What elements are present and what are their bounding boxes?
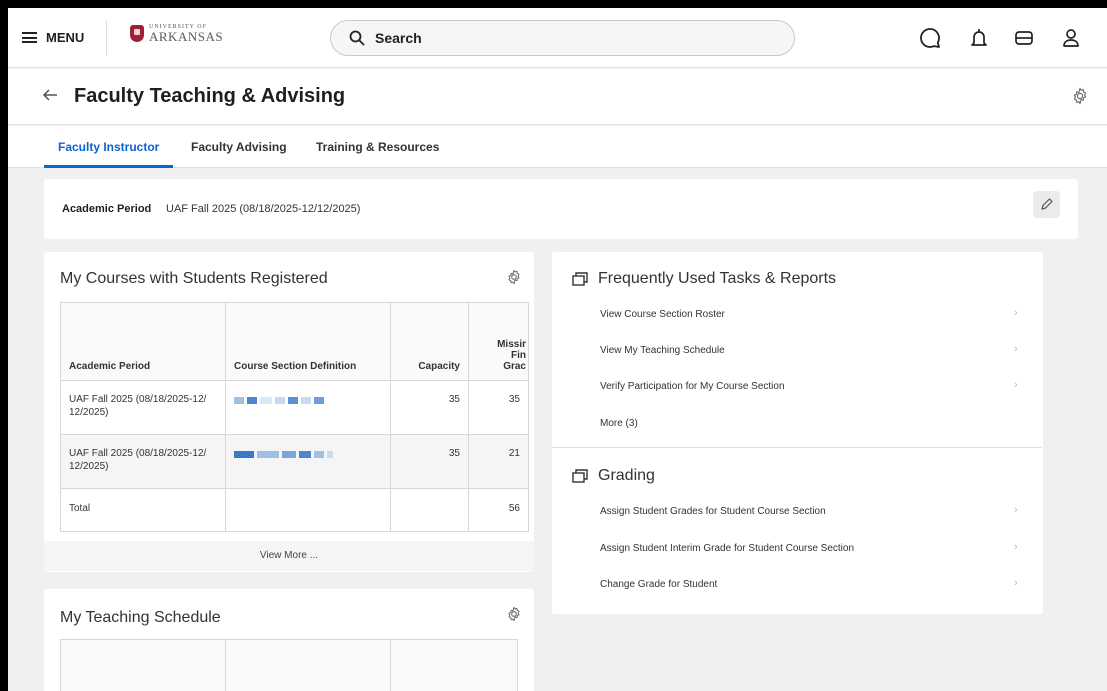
search-input[interactable]: Search	[375, 30, 422, 46]
column-header[interactable]: Academic Period	[60, 302, 226, 381]
task-link[interactable]: View Course Section Roster	[600, 309, 1028, 320]
total-label: Total	[60, 488, 226, 532]
task-link[interactable]: Change Grade for Student	[600, 579, 1028, 590]
back-arrow-icon[interactable]	[42, 87, 58, 103]
edit-button[interactable]	[1033, 191, 1060, 218]
tasks-card: Frequently Used Tasks & Reports View Cou…	[552, 252, 1043, 614]
period-value: UAF Fall 2025 (08/18/2025-12/12/2025)	[166, 203, 361, 215]
tab-training-resources[interactable]: Training & Resources	[316, 140, 439, 154]
search-icon	[349, 30, 365, 46]
schedule-table	[60, 639, 518, 691]
university-logo[interactable]: UNIVERSITY OF ARKANSAS	[130, 24, 223, 43]
tab-bar: Faculty Instructor Faculty Advising Trai…	[8, 126, 1107, 168]
menu-label: MENU	[46, 30, 85, 45]
table-header-row: Academic Period Course Section Definitio…	[60, 302, 529, 381]
tab-faculty-instructor[interactable]: Faculty Instructor	[58, 140, 159, 154]
redacted-course-name	[234, 396, 382, 404]
table-row: UAF Fall 2025 (08/18/2025-12/ 12/2025) 3…	[60, 434, 529, 489]
inbox-icon[interactable]	[1013, 26, 1035, 50]
table-row: UAF Fall 2025 (08/18/2025-12/ 12/2025) 3…	[60, 380, 529, 435]
tab-faculty-advising[interactable]: Faculty Advising	[191, 140, 287, 154]
gear-icon[interactable]	[506, 606, 522, 622]
course-section-cell[interactable]	[225, 380, 391, 435]
chevron-right-icon[interactable]: ›	[1014, 307, 1018, 319]
divider	[552, 447, 1042, 448]
missing-grades-link[interactable]: 35	[468, 380, 529, 435]
teaching-schedule-card: My Teaching Schedule	[44, 589, 534, 691]
active-tab-indicator	[44, 165, 173, 168]
pencil-icon	[1041, 198, 1053, 210]
section-header: Grading	[572, 467, 655, 485]
razorback-seal-icon	[130, 25, 144, 42]
chevron-right-icon[interactable]: ›	[1014, 577, 1018, 589]
redacted-course-name	[234, 450, 382, 458]
view-more-button[interactable]: View More ...	[44, 541, 534, 571]
period-label: Academic Period	[62, 203, 152, 215]
top-bar: MENU UNIVERSITY OF ARKANSAS Search	[8, 8, 1107, 68]
profile-icon[interactable]	[1061, 26, 1081, 50]
academic-period-cell: UAF Fall 2025 (08/18/2025-12/ 12/2025)	[60, 380, 226, 435]
chevron-right-icon[interactable]: ›	[1014, 343, 1018, 355]
chat-bubble-icon[interactable]	[918, 26, 942, 50]
my-courses-card: My Courses with Students Registered Acad…	[44, 252, 534, 572]
capacity-cell: 35	[390, 434, 469, 489]
section-title: Grading	[598, 467, 655, 484]
divider	[106, 20, 107, 56]
task-link[interactable]: Assign Student Grades for Student Course…	[600, 506, 1028, 517]
course-section-cell[interactable]	[225, 434, 391, 489]
search-bar[interactable]: Search	[330, 20, 795, 56]
academic-period-cell: UAF Fall 2025 (08/18/2025-12/ 12/2025)	[60, 434, 226, 489]
windows-icon	[572, 469, 588, 483]
card-title: My Courses with Students Registered	[60, 270, 328, 287]
column-header[interactable]: Missir Fin Grac	[468, 302, 529, 381]
capacity-cell: 35	[390, 380, 469, 435]
windows-icon	[572, 272, 588, 286]
section-title: Frequently Used Tasks & Reports	[598, 270, 837, 287]
missing-grades-link[interactable]: 21	[468, 434, 529, 489]
task-link[interactable]: Verify Participation for My Course Secti…	[600, 381, 1028, 392]
gear-icon[interactable]	[506, 269, 522, 285]
hamburger-icon	[22, 32, 37, 43]
task-link[interactable]: Assign Student Interim Grade for Student…	[600, 543, 1028, 554]
app-frame: MENU UNIVERSITY OF ARKANSAS Search Facul…	[8, 8, 1107, 691]
courses-table: Academic Period Course Section Definitio…	[60, 302, 529, 532]
page-title: Faculty Teaching & Advising	[74, 85, 346, 107]
logo-big-text: ARKANSAS	[149, 29, 224, 44]
total-missing-link[interactable]: 56	[468, 488, 529, 532]
task-link[interactable]: View My Teaching Schedule	[600, 345, 1028, 356]
table-total-row: Total 56	[60, 488, 529, 532]
academic-period-card: Academic Period UAF Fall 2025 (08/18/202…	[44, 179, 1078, 239]
chevron-right-icon[interactable]: ›	[1014, 541, 1018, 553]
menu-button[interactable]: MENU	[22, 30, 84, 45]
chevron-right-icon[interactable]: ›	[1014, 379, 1018, 391]
page-header: Faculty Teaching & Advising	[8, 69, 1107, 125]
more-link[interactable]: More (3)	[600, 418, 1028, 429]
chevron-right-icon[interactable]: ›	[1014, 504, 1018, 516]
column-header[interactable]: Capacity	[390, 302, 469, 381]
bell-icon[interactable]	[969, 26, 989, 50]
column-header[interactable]: Course Section Definition	[225, 302, 391, 381]
card-title: My Teaching Schedule	[60, 609, 221, 626]
section-header: Frequently Used Tasks & Reports	[572, 270, 836, 288]
gear-icon[interactable]	[1071, 87, 1089, 105]
